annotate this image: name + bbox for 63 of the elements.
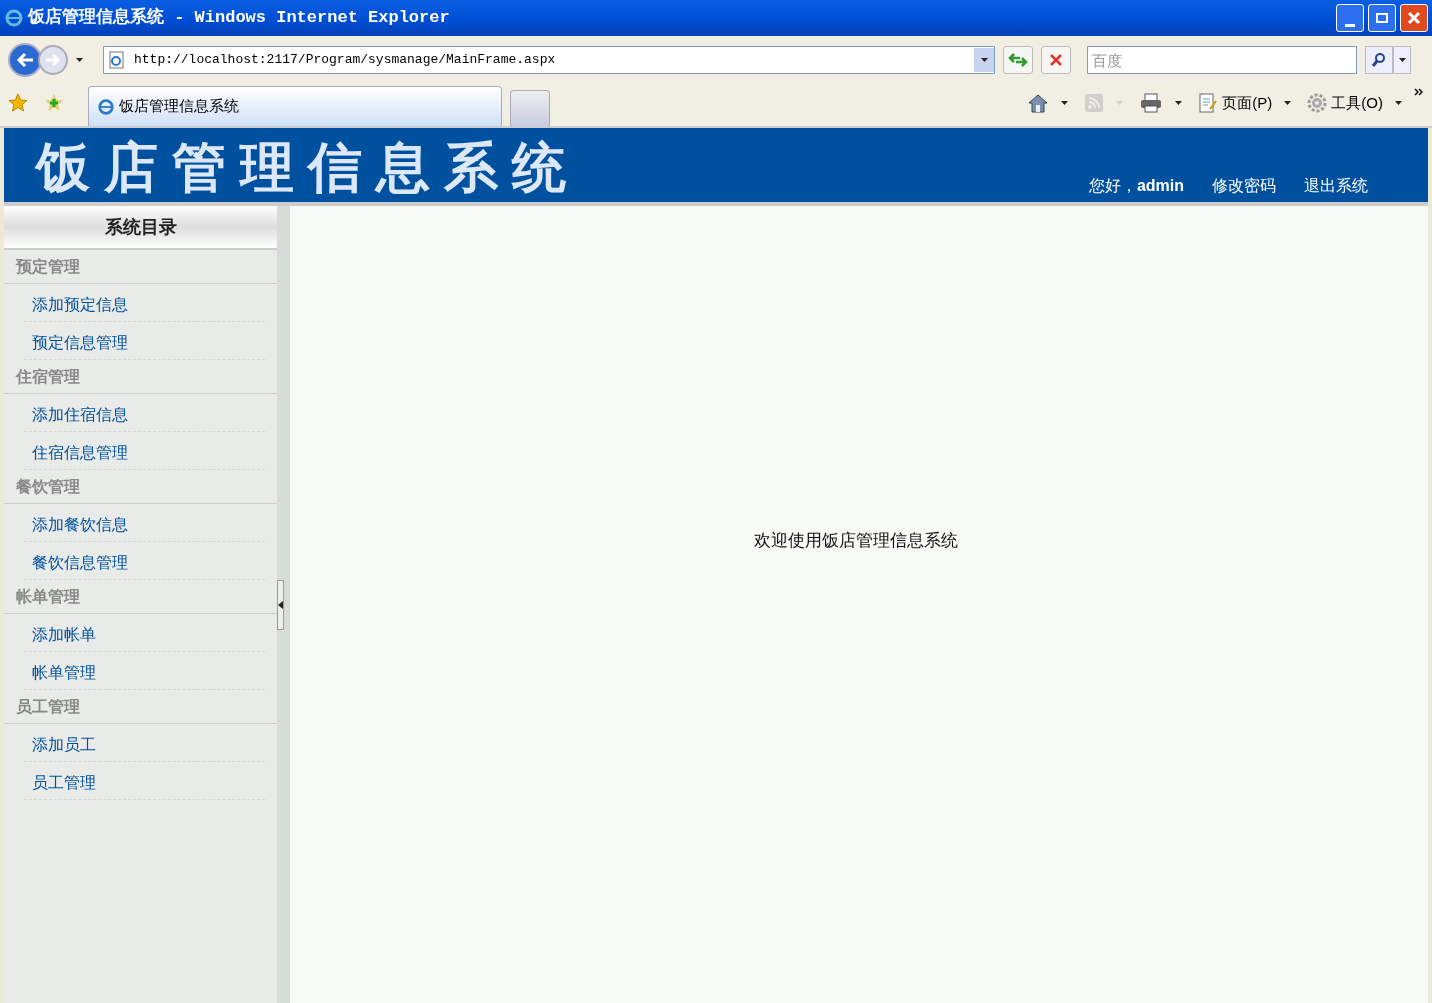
header-link[interactable]: 退出系统 xyxy=(1304,174,1368,198)
collapse-handle[interactable] xyxy=(277,579,284,630)
browser-tab[interactable]: 饭店管理信息系统 xyxy=(88,86,502,126)
star-icon xyxy=(8,93,28,113)
left-triangle-icon xyxy=(278,600,283,609)
menu-link[interactable]: 员工管理 xyxy=(32,771,96,795)
menu-link[interactable]: 预定信息管理 xyxy=(32,331,128,355)
caret-icon xyxy=(1395,101,1402,105)
page-button[interactable]: 页面(P) xyxy=(1194,91,1296,115)
greeting-text: 您好，admin xyxy=(1088,176,1184,196)
page-icon xyxy=(108,51,126,69)
menu-link[interactable]: 添加预定信息 xyxy=(32,293,128,317)
menu-link[interactable]: 住宿信息管理 xyxy=(32,441,128,465)
gear-icon xyxy=(1307,93,1328,113)
forward-arrow-icon xyxy=(45,53,61,67)
back-arrow-icon xyxy=(16,52,34,68)
caret-icon xyxy=(1398,58,1406,62)
close-button[interactable] xyxy=(1400,4,1428,32)
stop-button[interactable] xyxy=(1041,46,1071,74)
back-button[interactable] xyxy=(8,43,42,77)
caret-icon xyxy=(1116,101,1124,105)
caret-icon xyxy=(76,58,83,62)
group-heading: 预定管理 xyxy=(16,256,80,277)
menu-link[interactable]: 添加员工 xyxy=(32,733,96,757)
minimize-button[interactable] xyxy=(1336,4,1364,32)
caret-icon xyxy=(1061,101,1069,105)
search-field[interactable]: 百度 xyxy=(1087,46,1357,74)
browser-logo-icon xyxy=(4,8,24,28)
window-title: 饭店管理信息系统 - Windows Internet Explorer xyxy=(28,6,450,30)
address-field[interactable]: http://localhost:2117/Program/sysmanage/MainFrame.aspx xyxy=(103,46,995,74)
welcome-message: 欢迎使用饭店管理信息系统 xyxy=(754,529,958,552)
header-banner: 饭店管理信息系统 您好，admin 修改密码 退出系统 xyxy=(4,128,1428,206)
group-heading: 餐饮管理 xyxy=(16,476,80,497)
menu-link[interactable]: 餐饮信息管理 xyxy=(32,551,128,575)
dropdown-button[interactable] xyxy=(974,48,994,72)
star-plus-icon xyxy=(44,93,64,113)
group-heading: 帐单管理 xyxy=(16,586,80,607)
group-heading: 员工管理 xyxy=(16,696,80,717)
browser-logo-icon xyxy=(97,97,115,116)
tools-button[interactable]: 工具(O) xyxy=(1303,91,1406,115)
menu-link[interactable]: 帐单管理 xyxy=(32,661,96,685)
document-icon xyxy=(1198,93,1219,113)
header-link[interactable]: 修改密码 xyxy=(1212,174,1276,198)
close-icon xyxy=(1407,11,1421,25)
sidebar-title: 系统目录 xyxy=(104,215,177,239)
caret-icon xyxy=(980,58,988,62)
refresh-arrows-icon xyxy=(1008,53,1028,67)
group-heading: 住宿管理 xyxy=(16,366,80,387)
caret-icon xyxy=(1175,101,1183,105)
search-options-button[interactable] xyxy=(1393,46,1411,74)
search-icon xyxy=(1371,52,1387,68)
menu-link[interactable]: 添加餐饮信息 xyxy=(32,513,128,537)
chevron-icon xyxy=(1414,88,1424,96)
refresh-button[interactable] xyxy=(1003,46,1033,74)
restore-button[interactable] xyxy=(1368,4,1396,32)
menu-link[interactable]: 添加帐单 xyxy=(32,623,96,647)
printer-icon xyxy=(1139,93,1164,113)
feed-icon xyxy=(1084,93,1105,113)
search-button[interactable] xyxy=(1365,46,1393,74)
menu-link[interactable]: 添加住宿信息 xyxy=(32,403,128,427)
house-icon xyxy=(1027,93,1050,113)
caret-icon xyxy=(1284,101,1292,105)
close-icon xyxy=(1049,53,1063,67)
